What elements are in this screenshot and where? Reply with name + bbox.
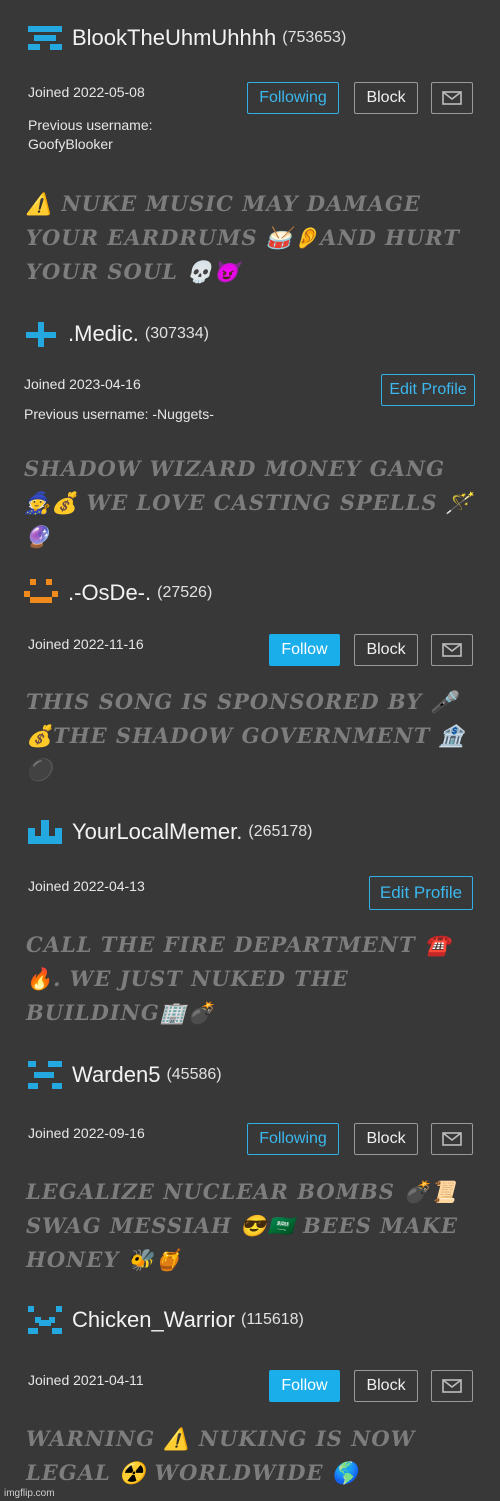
user-card: .-OsDe-. (27526) Joined 2022-11-16 Follo… xyxy=(0,560,500,805)
message-button[interactable] xyxy=(431,1370,473,1402)
envelope-icon xyxy=(442,1379,462,1393)
user-avatar-icon[interactable] xyxy=(28,1061,62,1089)
envelope-icon xyxy=(442,1132,462,1146)
user-avatar-icon[interactable] xyxy=(24,321,58,347)
message-button[interactable] xyxy=(431,1123,473,1155)
watermark: imgflip.com xyxy=(4,1488,55,1499)
status-message: LEGALIZE NUCLEAR BOMBS 💣📜 SWAG MESSIAH 😎… xyxy=(26,1179,458,1272)
user-header: Warden5 (45586) xyxy=(28,1061,222,1089)
user-points: (27526) xyxy=(157,584,213,601)
username-link[interactable]: YourLocalMemer. xyxy=(72,819,242,845)
username-link[interactable]: Chicken_Warrior xyxy=(72,1307,235,1333)
user-header: .-OsDe-. (27526) xyxy=(24,579,212,607)
user-points: (45586) xyxy=(166,1066,222,1083)
user-points: (307334) xyxy=(144,325,209,342)
username-link[interactable]: .-OsDe-. xyxy=(68,580,151,606)
user-card: Warden5 (45586) Joined 2022-09-16 Follow… xyxy=(0,1045,500,1292)
join-date: Joined 2022-11-16 xyxy=(28,636,144,652)
user-avatar-icon[interactable] xyxy=(24,579,58,607)
username-link[interactable]: BlookTheUhmUhhhh xyxy=(72,25,276,51)
user-header: .Medic. (307334) xyxy=(24,321,209,347)
username-link[interactable]: .Medic. xyxy=(68,321,139,347)
user-card: YourLocalMemer. (265178) Joined 2022-04-… xyxy=(0,805,500,1045)
user-header: YourLocalMemer. (265178) xyxy=(28,819,312,845)
block-button[interactable]: Block xyxy=(354,634,418,666)
message-button[interactable] xyxy=(431,634,473,666)
user-points: (115618) xyxy=(241,1311,304,1328)
user-points: (753653) xyxy=(282,29,347,46)
user-points: (265178) xyxy=(248,823,313,840)
user-header: BlookTheUhmUhhhh (753653) xyxy=(28,25,346,51)
join-date: Joined 2022-09-16 xyxy=(28,1125,145,1141)
message-button[interactable] xyxy=(431,82,473,114)
following-button[interactable]: Following xyxy=(247,82,339,114)
block-button[interactable]: Block xyxy=(354,1370,418,1402)
user-avatar-icon[interactable] xyxy=(28,1306,62,1334)
follow-button[interactable]: Follow xyxy=(269,1370,340,1402)
status-message: CALL THE FIRE DEPARTMENT ☎️🔥. WE JUST NU… xyxy=(26,932,452,1025)
previous-username: GoofyBlooker xyxy=(28,136,113,152)
envelope-icon xyxy=(442,643,462,657)
status-message: ⚠️ NUKE MUSIC MAY DAMAGE YOUR EARDRUMS 🥁… xyxy=(26,191,460,284)
previous-username: Previous username: -Nuggets- xyxy=(24,406,214,422)
join-date: Joined 2021-04-11 xyxy=(28,1372,144,1388)
user-card: Chicken_Warrior (115618) Joined 2021-04-… xyxy=(0,1292,500,1501)
block-button[interactable]: Block xyxy=(354,1123,418,1155)
join-date: Joined 2023-04-16 xyxy=(24,376,141,392)
user-avatar-icon[interactable] xyxy=(28,26,62,50)
user-card: .Medic. (307334) Joined 2023-04-16 Previ… xyxy=(0,300,500,560)
previous-username-label: Previous username: xyxy=(28,117,153,133)
user-header: Chicken_Warrior (115618) xyxy=(28,1306,304,1334)
user-avatar-icon[interactable] xyxy=(28,820,62,844)
status-message: SHADOW WIZARD MONEY GANG 🧙💰 WE LOVE CAST… xyxy=(24,456,473,549)
username-link[interactable]: Warden5 xyxy=(72,1062,160,1088)
following-button[interactable]: Following xyxy=(247,1123,339,1155)
join-date: Joined 2022-05-08 xyxy=(28,84,145,100)
envelope-icon xyxy=(442,91,462,105)
status-message: WARNING ⚠️ NUKING IS NOW LEGAL ☢️ WORLDW… xyxy=(26,1426,416,1485)
join-date: Joined 2022-04-13 xyxy=(28,878,145,894)
status-message: THIS SONG IS SPONSORED BY 🎤💰THE SHADOW G… xyxy=(26,689,466,782)
user-card: BlookTheUhmUhhhh (753653) Joined 2022-05… xyxy=(0,0,500,300)
block-button[interactable]: Block xyxy=(354,82,418,114)
edit-profile-button[interactable]: Edit Profile xyxy=(381,374,475,406)
follow-button[interactable]: Follow xyxy=(269,634,340,666)
edit-profile-button[interactable]: Edit Profile xyxy=(369,876,473,910)
